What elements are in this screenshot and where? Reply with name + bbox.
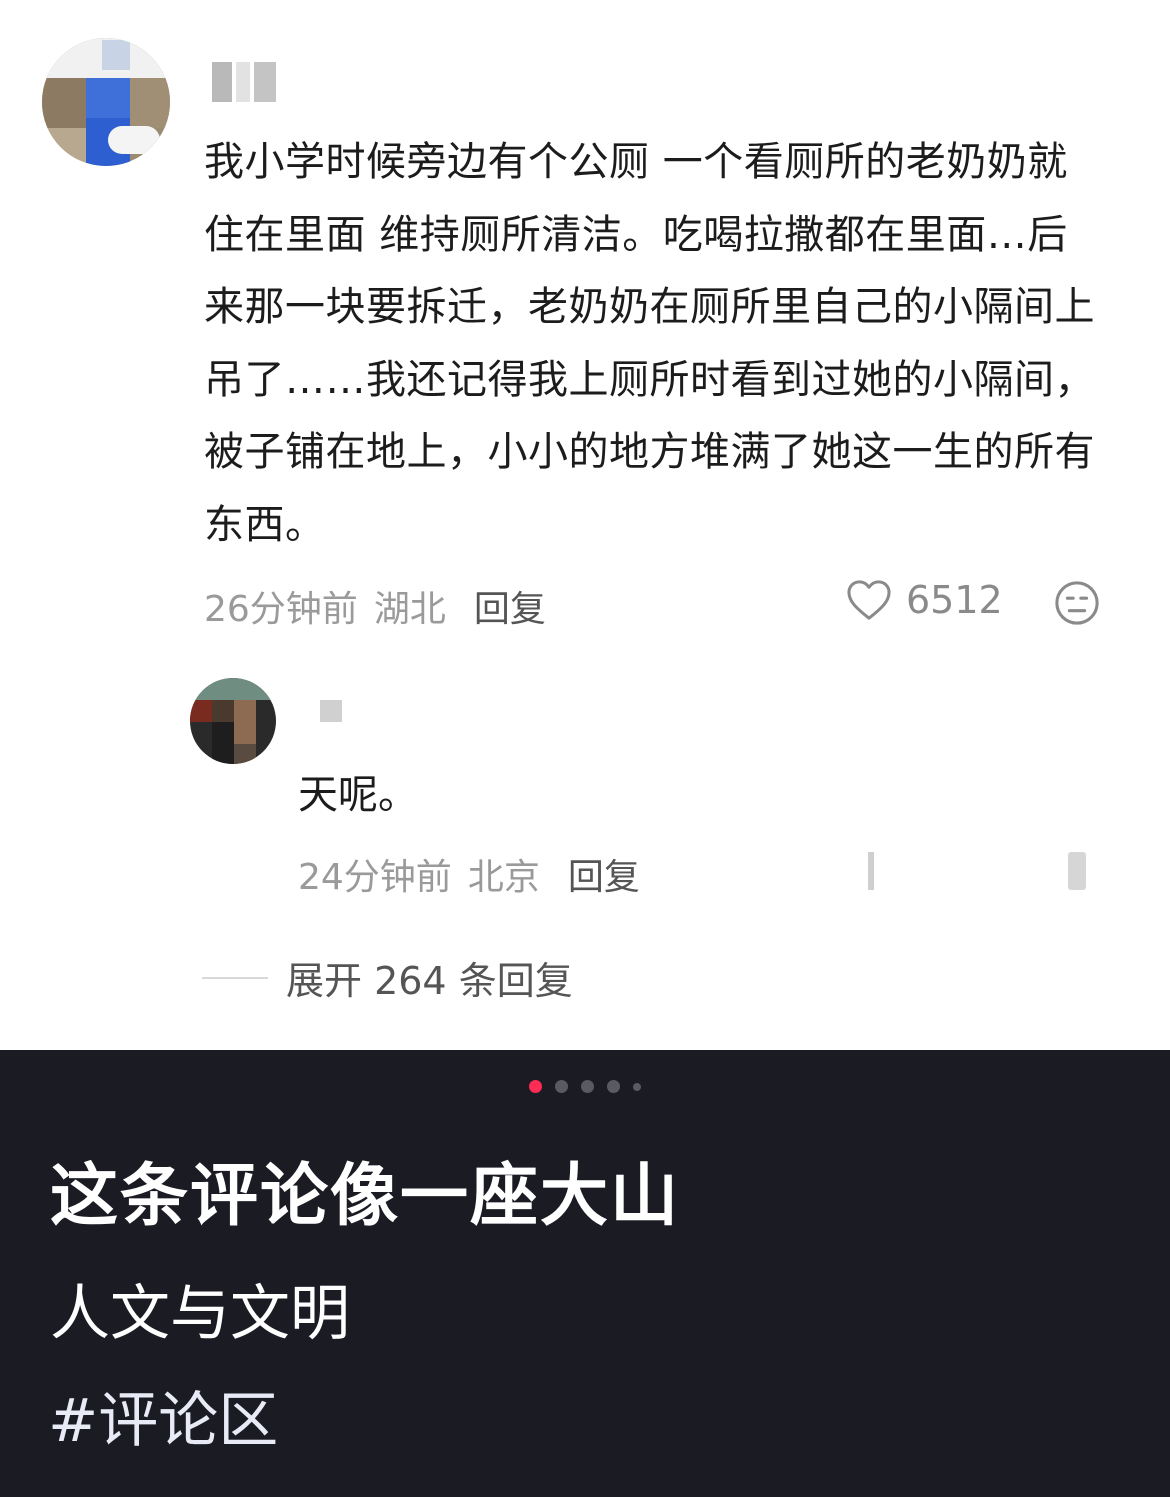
page-dot-4[interactable] — [607, 1080, 620, 1093]
reply-reply-button[interactable]: 回复 — [568, 848, 640, 900]
reply-time: 24分钟前 — [298, 857, 452, 898]
meh-face-icon — [1055, 581, 1099, 625]
comment-time: 26分钟前 — [204, 589, 358, 630]
caption-panel: 这条评论像一座大山 人文与文明 #评论区 — [0, 1050, 1170, 1497]
page-dot-1[interactable] — [529, 1080, 542, 1093]
heart-icon — [847, 580, 891, 620]
expand-replies-button[interactable]: 展开 264 条回复 — [202, 950, 573, 1005]
comment-meta: 26分钟前 湖北 回复 — [204, 580, 546, 632]
reply-dislike-button[interactable] — [1068, 852, 1086, 890]
comment-location: 湖北 — [373, 589, 446, 630]
comment-reply-button[interactable]: 回复 — [474, 580, 546, 632]
divider-line — [202, 976, 268, 979]
comment-text: 我小学时候旁边有个公厕 一个看厕所的老奶奶就住在里面 维持厕所清洁。吃喝拉撒都在… — [204, 139, 1095, 548]
dislike-button[interactable] — [1054, 580, 1100, 630]
reply-location: 北京 — [467, 857, 540, 898]
expand-replies-label: 展开 264 条回复 — [286, 959, 573, 1003]
carousel-pagination — [0, 1080, 1170, 1093]
post-title: 这条评论像一座大山 — [50, 1157, 681, 1236]
hashtag-link[interactable]: #评论区 — [48, 1372, 278, 1459]
commenter-username[interactable] — [212, 62, 276, 102]
like-count: 6512 — [906, 578, 1003, 622]
post-subtitle: 人文与文明 — [50, 1279, 350, 1349]
like-button[interactable]: 6512 — [846, 578, 1003, 622]
reply-meta: 24分钟前 北京 回复 — [298, 848, 640, 900]
commenter-avatar[interactable] — [42, 38, 170, 166]
page-dot-2[interactable] — [555, 1080, 568, 1093]
reply-like-button[interactable] — [868, 852, 874, 890]
page-dot-3[interactable] — [581, 1080, 594, 1093]
page-dot-5[interactable] — [633, 1082, 641, 1091]
replier-avatar[interactable] — [190, 678, 276, 764]
comment-section: 我小学时候旁边有个公厕 一个看厕所的老奶奶就住在里面 维持厕所清洁。吃喝拉撒都在… — [0, 0, 1170, 1050]
reply-text: 天呢。 — [298, 772, 418, 818]
replier-username[interactable] — [320, 700, 342, 722]
